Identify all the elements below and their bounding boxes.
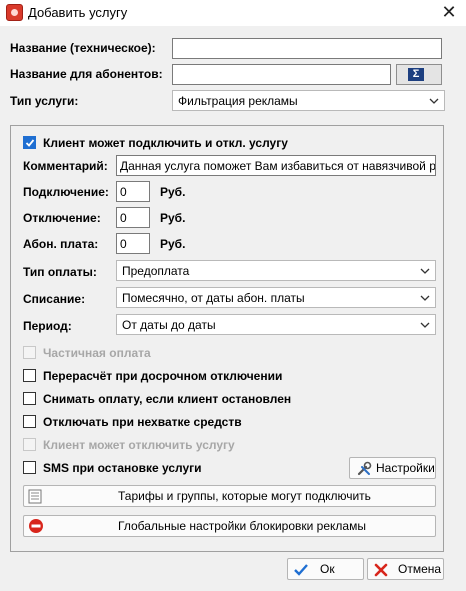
global-adblock-settings-button[interactable]: Глобальные настройки блокировки рекламы: [23, 515, 436, 537]
check-icon: [294, 564, 308, 576]
client-can-disable-label: Клиент может отключить услугу: [43, 438, 235, 452]
recalc-early-checkbox[interactable]: [23, 369, 36, 382]
period-value: От даты до даты: [122, 318, 216, 332]
comment-input[interactable]: Данная услуга поможет Вам избавиться от …: [116, 155, 436, 176]
chevron-down-icon: [420, 268, 430, 274]
partial-payment-checkbox: [23, 346, 36, 359]
window-title: Добавить услугу: [28, 5, 128, 20]
cancel-button-label: Отмена: [398, 562, 442, 576]
period-label: Период:: [23, 319, 72, 333]
client-can-toggle-checkbox[interactable]: [23, 136, 36, 149]
period-select[interactable]: От даты до даты: [116, 314, 436, 335]
checkmark-icon: [25, 139, 35, 147]
service-type-value: Фильтрация рекламы: [178, 94, 298, 108]
sigma-icon: Σ: [408, 68, 424, 81]
list-icon: [28, 489, 42, 504]
writeoff-value: Помесячно, от даты абон. платы: [122, 291, 305, 305]
payment-type-label: Тип оплаты:: [23, 265, 97, 279]
partial-payment-label: Частичная оплата: [43, 346, 151, 360]
charge-if-stopped-checkbox[interactable]: [23, 392, 36, 405]
tools-icon: [357, 461, 372, 476]
payment-type-select[interactable]: Предоплата: [116, 260, 436, 281]
payment-type-value: Предоплата: [122, 264, 190, 278]
disable-no-funds-checkbox[interactable]: [23, 415, 36, 428]
charge-if-stopped-label: Снимать оплату, если клиент остановлен: [43, 392, 292, 406]
sms-on-stop-label: SMS при остановке услуги: [43, 461, 202, 475]
settings-button[interactable]: Настройки: [349, 457, 436, 479]
tariffs-groups-button[interactable]: Тарифы и группы, которые могут подключит…: [23, 485, 436, 507]
tech-name-label: Название (техническое):: [10, 41, 156, 55]
subscription-fee-value: 0: [120, 237, 127, 251]
recalc-early-label: Перерасчёт при досрочном отключении: [43, 369, 283, 383]
close-icon: [374, 563, 388, 577]
connect-currency: Руб.: [160, 185, 186, 199]
tariffs-groups-button-label: Тарифы и группы, которые могут подключит…: [118, 489, 371, 503]
close-icon[interactable]: ✕: [438, 0, 460, 24]
sigma-button[interactable]: Σ: [396, 64, 442, 85]
disconnect-price-value: 0: [120, 211, 127, 225]
no-entry-icon: [29, 519, 43, 533]
comment-label: Комментарий:: [23, 159, 108, 173]
writeoff-label: Списание:: [23, 292, 86, 306]
disconnect-price-label: Отключение:: [23, 211, 101, 225]
chevron-down-icon: [429, 98, 439, 104]
disconnect-price-input[interactable]: 0: [116, 207, 150, 228]
settings-button-label: Настройки: [376, 461, 435, 475]
chevron-down-icon: [420, 295, 430, 301]
sms-on-stop-checkbox[interactable]: [23, 461, 36, 474]
subscriber-name-input[interactable]: [172, 64, 391, 85]
service-type-label: Тип услуги:: [10, 94, 79, 108]
fee-currency: Руб.: [160, 237, 186, 251]
subscription-fee-label: Абон. плата:: [23, 237, 99, 251]
ok-button-label: Ок: [320, 562, 335, 576]
client-can-disable-checkbox: [23, 438, 36, 451]
connect-price-value: 0: [120, 185, 127, 199]
connect-price-label: Подключение:: [23, 185, 109, 199]
subscription-fee-input[interactable]: 0: [116, 233, 150, 254]
chevron-down-icon: [420, 322, 430, 328]
client-can-toggle-label: Клиент может подключить и откл. услугу: [43, 136, 288, 150]
writeoff-select[interactable]: Помесячно, от даты абон. платы: [116, 287, 436, 308]
service-type-select[interactable]: Фильтрация рекламы: [172, 90, 445, 111]
tech-name-input[interactable]: [172, 38, 442, 59]
cancel-button[interactable]: Отмена: [367, 558, 444, 580]
global-adblock-settings-button-label: Глобальные настройки блокировки рекламы: [118, 519, 366, 533]
comment-value: Данная услуга поможет Вам избавиться от …: [120, 159, 436, 173]
app-icon: [6, 4, 23, 21]
ok-button[interactable]: Ок: [287, 558, 364, 580]
disconnect-currency: Руб.: [160, 211, 186, 225]
subscriber-name-label: Название для абонентов:: [10, 67, 163, 81]
disable-no-funds-label: Отключать при нехватке средств: [43, 415, 242, 429]
connect-price-input[interactable]: 0: [116, 181, 150, 202]
